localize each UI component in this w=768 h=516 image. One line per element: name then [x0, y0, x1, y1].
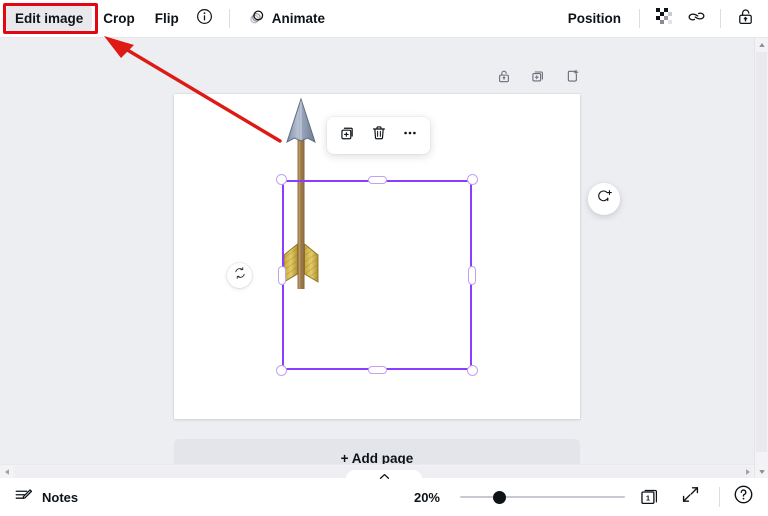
scroll-up-icon — [758, 36, 766, 54]
toolbar-left-group: Edit image Crop Flip Animate — [0, 5, 334, 33]
notes-icon — [14, 486, 33, 508]
element-context-toolbar — [327, 117, 430, 154]
panel-toggle-tab[interactable] — [346, 470, 422, 486]
unlock-page-button[interactable] — [494, 68, 514, 88]
trash-icon — [370, 124, 388, 147]
top-toolbar: Edit image Crop Flip Animate Position — [0, 0, 768, 38]
add-page-icon — [564, 68, 580, 89]
add-page-icon-button[interactable] — [562, 68, 582, 88]
duplicate-element-icon — [339, 124, 357, 147]
link-icon — [687, 7, 706, 31]
zoom-slider[interactable] — [460, 489, 625, 505]
position-button[interactable]: Position — [559, 5, 630, 32]
svg-text:1: 1 — [646, 494, 650, 503]
info-button[interactable] — [190, 5, 220, 33]
resize-handle-top[interactable] — [367, 176, 387, 184]
resize-handle-left[interactable] — [278, 265, 286, 285]
animate-label: Animate — [271, 11, 326, 26]
zoom-slider-knob[interactable] — [493, 490, 507, 504]
duplicate-page-icon — [530, 68, 546, 89]
zoom-controls: 20% 1 — [394, 482, 768, 512]
transparency-button[interactable] — [649, 5, 679, 33]
duplicate-page-button[interactable] — [528, 68, 548, 88]
flip-rotate-icon — [233, 266, 247, 285]
flip-button[interactable]: Flip — [146, 5, 188, 32]
link-button[interactable] — [681, 5, 711, 33]
position-label: Position — [567, 11, 621, 26]
fullscreen-button[interactable] — [675, 482, 705, 512]
crop-label: Crop — [103, 11, 135, 26]
crop-button[interactable]: Crop — [94, 5, 144, 32]
editor-workspace: + Add page — [0, 38, 768, 478]
vertical-scroll-thumb[interactable] — [756, 52, 767, 452]
page-count-icon: 1 — [639, 487, 661, 507]
toolbar-divider-2 — [639, 9, 640, 28]
notes-label: Notes — [42, 489, 79, 505]
add-comment-button[interactable] — [588, 183, 620, 215]
add-comment-rotate-icon — [596, 188, 613, 210]
flip-rotate-button[interactable] — [227, 263, 252, 288]
page-tools-row — [494, 68, 582, 88]
scroll-down-button[interactable] — [755, 465, 768, 478]
vertical-scrollbar[interactable] — [754, 38, 768, 478]
edit-image-label: Edit image — [15, 11, 84, 26]
resize-handle-top-left[interactable] — [276, 174, 287, 185]
scroll-left-button[interactable] — [0, 465, 13, 478]
expand-icon — [681, 485, 700, 509]
resize-handle-top-right[interactable] — [467, 174, 478, 185]
element-selection-frame[interactable] — [276, 174, 478, 376]
edit-image-button[interactable]: Edit image — [6, 5, 93, 32]
more-options-button[interactable] — [395, 121, 424, 150]
transparency-checker-icon — [656, 8, 672, 29]
animate-icon — [248, 8, 266, 29]
resize-handle-bottom-right[interactable] — [467, 365, 478, 376]
delete-element-button[interactable] — [364, 121, 393, 150]
resize-handle-bottom-left[interactable] — [276, 365, 287, 376]
flip-label: Flip — [154, 11, 179, 26]
scroll-up-button[interactable] — [755, 38, 768, 51]
animate-button[interactable]: Animate — [239, 5, 334, 32]
zoom-slider-track — [460, 496, 625, 498]
canva-editor-window: Edit image Crop Flip Animate Position + … — [0, 0, 768, 516]
toolbar-divider-1 — [228, 9, 230, 28]
unlock-icon — [736, 7, 755, 31]
page-count-button[interactable]: 1 — [635, 482, 665, 512]
bottom-bar-divider — [719, 487, 720, 507]
resize-handle-bottom[interactable] — [367, 366, 387, 374]
scroll-right-button[interactable] — [741, 465, 754, 478]
chevron-up-icon — [379, 467, 390, 485]
toolbar-right-group: Position — [559, 5, 768, 33]
resize-handle-right[interactable] — [468, 265, 476, 285]
zoom-level-label[interactable]: 20% — [394, 490, 440, 505]
selection-border — [282, 180, 472, 370]
help-circle-icon — [733, 484, 754, 510]
info-circle-icon — [196, 8, 213, 30]
lock-button[interactable] — [730, 5, 760, 33]
notes-button[interactable]: Notes — [0, 486, 78, 508]
toolbar-divider-3 — [720, 9, 721, 28]
help-button[interactable] — [728, 482, 758, 512]
duplicate-element-button[interactable] — [333, 121, 362, 150]
unlock-page-icon — [496, 68, 512, 89]
more-options-icon — [401, 124, 419, 147]
